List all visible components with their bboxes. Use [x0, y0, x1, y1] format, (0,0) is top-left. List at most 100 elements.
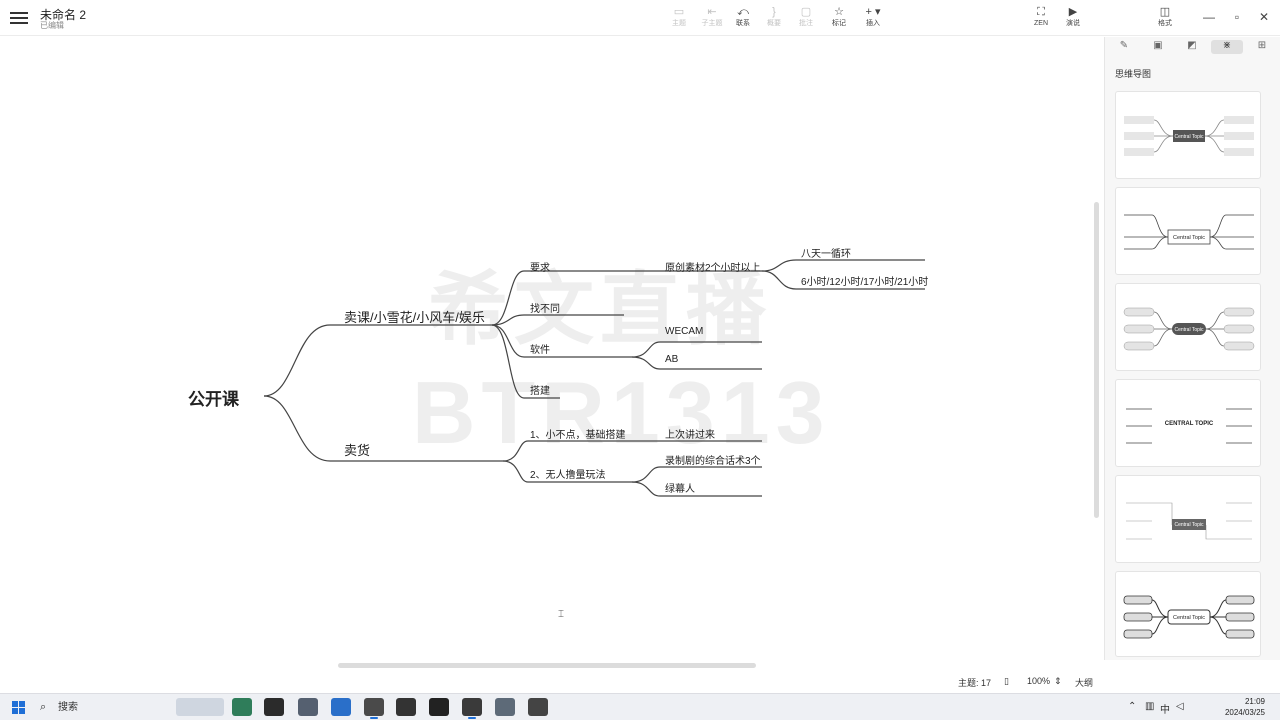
subtopic-last-time[interactable]: 上次讲过来 [665, 426, 715, 441]
style-icon[interactable]: ⋇ [1211, 40, 1243, 54]
tray-chevron-icon[interactable]: ⌃ [1128, 701, 1136, 712]
image-icon[interactable]: ▣ [1147, 40, 1169, 54]
main-topic-goods[interactable]: 卖货 [344, 440, 370, 459]
main-topic-courses[interactable]: 卖课/小雪花/小风车/娱乐 [344, 307, 485, 326]
subtopic-original-material[interactable]: 原创素材2个小时以上 [665, 259, 761, 274]
taskbar-app-icon-1[interactable] [264, 698, 284, 716]
summary-button-label: 概要 [767, 20, 781, 27]
subtopic-green-screen[interactable]: 绿幕人 [665, 480, 695, 495]
thumb-central-6: Central Topic [1173, 615, 1205, 621]
thumb-central-2: Central Topic [1173, 235, 1205, 241]
taskbar-xmind-icon[interactable] [462, 698, 482, 719]
theme-thumbnail-3[interactable]: Central Topic [1115, 283, 1261, 371]
insert-button[interactable]: + ▾ 插入 [858, 5, 888, 33]
summary-button[interactable]: } 概要 [759, 5, 789, 33]
topic-button[interactable]: ▭ 主题 [664, 5, 694, 33]
clock-date: 2024/03/25 21:08:34 [1224, 708, 1265, 720]
vertical-scrollbar[interactable] [1094, 202, 1099, 518]
panel-title: 思维导图 [1115, 69, 1152, 79]
subtopic-unmanned-play[interactable]: 2、无人撸量玩法 [530, 466, 606, 481]
mindmap-canvas[interactable]: 希文直播 BTR1313 公开课 卖课/小雪花/小风车/娱乐 卖货 要求 找不同… [0, 37, 1100, 668]
cursor-icon: ⌶ [558, 609, 564, 620]
insert-button-label: 插入 [866, 20, 880, 27]
top-toolbar: 未命名 2 已编辑 ▭ 主题 ⇤ 子主题 ⤺ 联系 } 概要 ▢ 批注 ☆ 标记… [0, 0, 1280, 36]
input-language[interactable]: 中 [1160, 701, 1170, 716]
taskbar-browser-icon[interactable] [232, 698, 252, 716]
taskbar-app-icon-5[interactable] [429, 698, 449, 716]
subtopic-basic-setup[interactable]: 1、小不点，基础搭建 [530, 426, 626, 441]
insert-icon: + ▾ [865, 6, 881, 18]
zoom-level[interactable]: 100% [1027, 676, 1050, 686]
format-button[interactable]: ◫ 格式 [1150, 5, 1180, 33]
taskbar-clock[interactable]: 21:09 2024/03/25 21:08:34 [1193, 696, 1265, 720]
subtopic-ab[interactable]: AB [665, 354, 678, 365]
theme-thumbnail-4[interactable]: CENTRAL TOPIC [1115, 379, 1261, 467]
theme-thumbnail-5[interactable]: Central Topic [1115, 475, 1261, 563]
thumb-central-3: Central Topic [1174, 327, 1204, 333]
theme-thumbnail-6[interactable]: Central Topic [1115, 571, 1261, 657]
brush-icon[interactable]: ✎ [1113, 40, 1135, 54]
fullscreen-icon: ⛶ [1037, 6, 1045, 18]
thumb-central-4: CENTRAL TOPIC [1165, 421, 1214, 427]
subtopic-icon: ⇤ [707, 6, 717, 18]
subtopic-button[interactable]: ⇤ 子主题 [697, 5, 727, 33]
grid-icon[interactable]: ⊞ [1251, 40, 1273, 54]
thumb-central-5: Central Topic [1174, 522, 1204, 528]
marker-icon: ☆ [834, 6, 844, 18]
zen-button[interactable]: ⛶ ZEN [1026, 5, 1056, 33]
format-label: 格式 [1158, 20, 1172, 27]
minimize-icon[interactable]: — [1201, 10, 1217, 24]
subtopic-button-label: 子主题 [701, 20, 723, 27]
map-icon[interactable]: ▯ [1004, 676, 1009, 687]
close-icon[interactable]: ✕ [1256, 10, 1272, 24]
taskbar-app-icon-4[interactable] [396, 698, 416, 716]
central-topic[interactable]: 公开课 [188, 385, 239, 410]
subtopic-find-difference[interactable]: 找不同 [530, 300, 560, 315]
comment-button-label: 批注 [799, 20, 813, 27]
subtopic-wecam[interactable]: WECAM [665, 326, 703, 337]
relationship-button-label: 联系 [736, 20, 750, 27]
outline-button[interactable]: 大纲 [1075, 676, 1093, 689]
status-bar: 主题: 17 ▯ 100% ⇕ 大纲 [0, 667, 1104, 693]
windows-taskbar: ⌕ 搜索 ⌃ ▥ 中 ◁ 21:09 2024/03/25 21:08:34 [0, 693, 1280, 720]
subtopic-hour-schedule[interactable]: 6小时/12小时/17小时/21小时 [801, 273, 928, 288]
theme-thumbnail-2[interactable]: Central Topic [1115, 187, 1261, 275]
taskbar-app-icon-3[interactable] [364, 698, 384, 719]
taskbar-search[interactable]: ⌕ 搜索 [36, 698, 166, 717]
taskbar-app-icon-7[interactable] [528, 698, 548, 716]
panel-tabs: ✎ ▣ ◩ ⋇ ⊞ [1105, 37, 1280, 59]
zen-label: ZEN [1034, 20, 1048, 27]
maximize-icon[interactable]: ▫ [1229, 10, 1245, 24]
subtopic-setup[interactable]: 搭建 [530, 382, 550, 397]
subtopic-software[interactable]: 软件 [530, 341, 550, 356]
taskbar-search-label: 搜索 [58, 702, 78, 713]
tray-network-icon[interactable]: ▥ [1145, 701, 1154, 712]
play-icon: ▶ [1068, 6, 1078, 18]
theme-thumbnail-1[interactable]: Central Topic [1115, 91, 1261, 179]
sticker-icon[interactable]: ◩ [1181, 40, 1203, 54]
taskbar-edge-icon[interactable] [331, 698, 351, 716]
subtopic-eight-day-cycle[interactable]: 八天一循环 [801, 245, 851, 260]
subtopic-recorded-script[interactable]: 录制剧的综合话术3个 [665, 452, 761, 467]
clock-time: 21:09 [1244, 697, 1265, 706]
taskbar-app-icon-6[interactable] [495, 698, 515, 716]
search-icon: ⌕ [40, 701, 47, 713]
windows-start-icon[interactable] [12, 701, 25, 714]
present-button[interactable]: ▶ 演说 [1058, 5, 1088, 33]
comment-button[interactable]: ▢ 批注 [791, 5, 821, 33]
thumb-central-1: Central Topic [1174, 134, 1204, 140]
marker-button[interactable]: ☆ 标记 [824, 5, 854, 33]
taskbar-app-icon-2[interactable] [298, 698, 318, 716]
hamburger-menu-icon[interactable] [10, 9, 28, 27]
app-window: 未命名 2 已编辑 ▭ 主题 ⇤ 子主题 ⤺ 联系 } 概要 ▢ 批注 ☆ 标记… [0, 0, 1280, 720]
document-status: 已编辑 [40, 21, 64, 30]
topic-count: 主题: 17 [958, 678, 992, 688]
subtopic-requirement[interactable]: 要求 [530, 259, 550, 274]
format-panel: ✎ ▣ ◩ ⋇ ⊞ 思维导图 Central Topic Central Top… [1104, 37, 1280, 660]
present-label: 演说 [1066, 20, 1080, 27]
summary-icon: } [772, 6, 776, 18]
tray-volume-icon[interactable]: ◁ [1176, 701, 1184, 712]
zoom-stepper-icon[interactable]: ⇕ [1054, 676, 1062, 687]
relationship-button[interactable]: ⤺ 联系 [728, 5, 758, 33]
taskbar-widget[interactable] [176, 698, 224, 716]
